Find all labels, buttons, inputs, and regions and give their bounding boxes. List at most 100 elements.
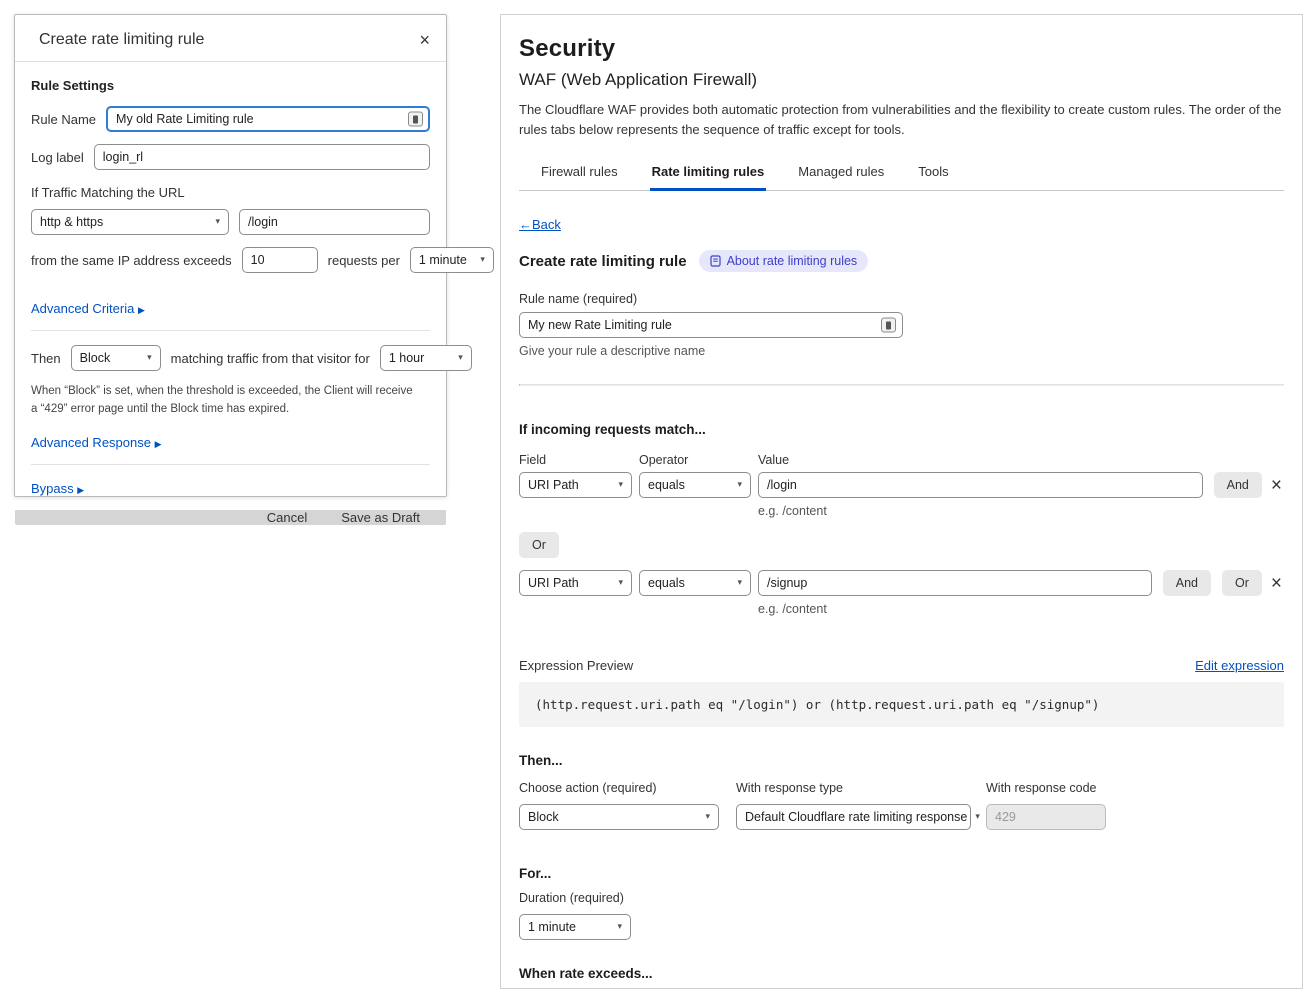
dialog-title: Create rate limiting rule [39,31,204,49]
extension-autofill-icon[interactable] [408,112,423,127]
action-select[interactable]: Block ▾ [71,345,161,371]
rule-settings-heading: Rule Settings [31,78,430,93]
page-title: Security [519,35,1284,63]
for-section-title: For... [519,866,1284,881]
field-label: Field [519,453,632,467]
value-input[interactable] [758,570,1152,596]
form-title-row: Create rate limiting rule About rate lim… [519,250,1284,272]
screen: Create rate limiting rule × Rule Setting… [0,0,1316,1003]
value-hint: e.g. /content [758,602,1284,616]
action-select[interactable]: Block ▾ [519,804,719,830]
threshold-row: from the same IP address exceeds request… [31,247,430,273]
dialog-body: Rule Settings Rule Name Log label If Tra… [15,62,446,510]
match-section-title: If incoming requests match... [519,422,1284,437]
field-select[interactable]: URI Path ▾ [519,570,632,596]
legacy-rate-limit-dialog: Create rate limiting rule × Rule Setting… [14,14,447,497]
and-button[interactable]: And [1163,570,1211,596]
response-code-input [986,804,1106,830]
operator-select[interactable]: equals ▾ [639,472,751,498]
divider [31,464,430,465]
tab-managed-rules[interactable]: Managed rules [796,160,886,191]
chevron-down-icon: ▾ [215,217,220,227]
or-button[interactable]: Or [1222,570,1262,596]
url-match-row: http & https ▾ [31,209,430,235]
extension-autofill-icon[interactable] [881,318,896,333]
expression-preview-label: Expression Preview [519,658,633,673]
chevron-down-icon: ▾ [618,578,623,588]
security-waf-panel: Security WAF (Web Application Firewall) … [500,14,1303,989]
expression-code: (http.request.uri.path eq "/login") or (… [519,682,1284,727]
chevron-down-icon: ▾ [975,812,980,822]
remove-row-icon[interactable]: × [1269,476,1284,495]
rule-name-input[interactable] [519,312,903,338]
page-subtitle: WAF (Web Application Firewall) [519,70,1284,90]
tab-rate-limiting-rules[interactable]: Rate limiting rules [650,160,767,191]
match-column-labels: Field Operator Value [519,453,1284,467]
page-description: The Cloudflare WAF provides both automat… [519,100,1284,140]
chevron-down-icon: ▾ [618,480,623,490]
rules-tabs: Firewall rules Rate limiting rules Manag… [519,160,1284,191]
about-rate-limiting-badge[interactable]: About rate limiting rules [699,250,869,272]
remove-row-icon[interactable]: × [1269,574,1284,593]
exceeds-text: from the same IP address exceeds [31,253,232,268]
save-as-draft-button[interactable]: Save as Draft [341,510,420,525]
matching-text: matching traffic from that visitor for [171,351,370,366]
rule-name-row: Rule Name [31,106,430,132]
log-label-row: Log label [31,144,430,170]
field-select[interactable]: URI Path ▾ [519,472,632,498]
tab-firewall-rules[interactable]: Firewall rules [539,160,620,191]
expand-arrow-icon: ▶ [155,440,162,450]
log-label-input[interactable] [94,144,430,170]
rule-name-input[interactable] [106,106,430,132]
advanced-response-link[interactable]: Advanced Response ▶ [31,435,162,450]
back-link[interactable]: ←Back [519,217,561,232]
rule-name-label: Rule Name [31,112,96,127]
chevron-down-icon: ▾ [617,922,622,932]
response-code-label: With response code [986,781,1126,795]
value-hint: e.g. /content [758,504,1284,518]
doc-icon [710,255,721,267]
ban-duration-select[interactable]: 1 hour ▾ [380,345,472,371]
operator-label: Operator [639,453,751,467]
dialog-footer: Cancel Save as Draft [15,510,446,525]
operator-select[interactable]: equals ▾ [639,570,751,596]
match-row: URI Path ▾ equals ▾ And × [519,472,1284,498]
tab-tools[interactable]: Tools [916,160,950,191]
form-title: Create rate limiting rule [519,253,687,270]
expand-arrow-icon: ▶ [138,306,145,316]
requests-input[interactable] [242,247,318,273]
cancel-button[interactable]: Cancel [267,510,307,525]
chevron-down-icon: ▾ [458,353,463,363]
then-section-title: Then... [519,753,1284,768]
rule-name-label: Rule name (required) [519,292,1284,306]
block-note: When “Block” is set, when the threshold … [31,383,421,419]
chevron-down-icon: ▾ [737,480,742,490]
close-icon[interactable]: × [419,31,430,49]
bypass-link[interactable]: Bypass ▶ [31,481,84,496]
back-arrow-icon: ← [519,217,532,232]
period-select[interactable]: 1 minute ▾ [410,247,494,273]
value-label: Value [758,453,789,467]
edit-expression-link[interactable]: Edit expression [1195,658,1284,673]
divider [519,384,1284,386]
value-input[interactable] [758,472,1203,498]
match-row: URI Path ▾ equals ▾ And Or × [519,570,1284,596]
response-type-select[interactable]: Default Cloudflare rate limiting respons… [736,804,971,830]
then-row: Then Block ▾ matching traffic from that … [31,345,430,371]
traffic-match-label: If Traffic Matching the URL [31,185,430,200]
dialog-header: Create rate limiting rule × [15,15,446,62]
and-button[interactable]: And [1214,472,1262,498]
scheme-select[interactable]: http & https ▾ [31,209,229,235]
advanced-criteria-link[interactable]: Advanced Criteria ▶ [31,301,145,316]
divider [31,330,430,331]
chevron-down-icon: ▾ [480,255,485,265]
duration-select[interactable]: 1 minute ▾ [519,914,631,940]
then-label: Then [31,351,61,366]
or-connector-button[interactable]: Or [519,532,559,558]
url-input[interactable] [239,209,430,235]
chevron-down-icon: ▾ [737,578,742,588]
choose-action-label: Choose action (required) [519,781,736,795]
rule-name-help: Give your rule a descriptive name [519,344,1284,358]
requests-per-text: requests per [328,253,400,268]
response-type-label: With response type [736,781,986,795]
